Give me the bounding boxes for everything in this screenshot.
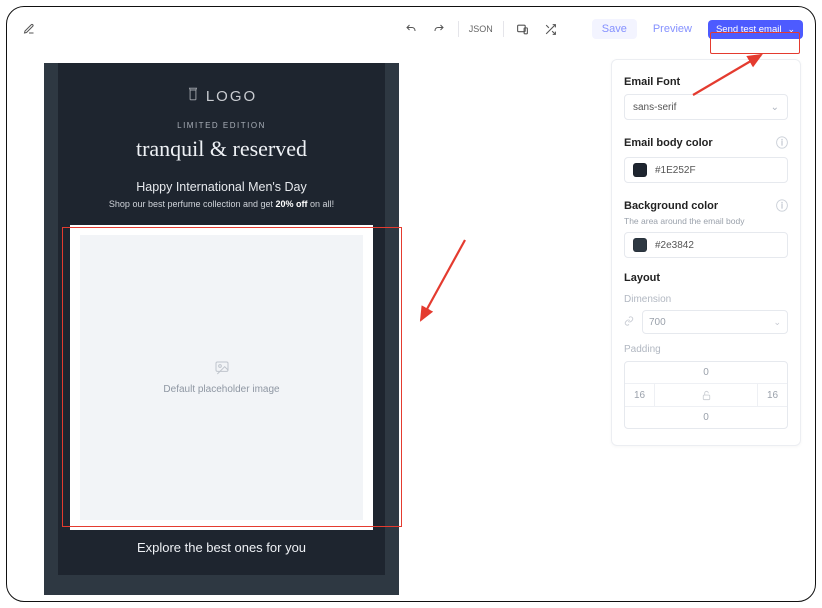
padding-lock-icon[interactable] — [655, 384, 757, 406]
help-icon[interactable]: ⓘ — [776, 134, 788, 151]
subline-prefix: Shop our best perfume collection and get — [109, 199, 276, 209]
email-body[interactable]: LOGO LIMITED EDITION tranquil & reserved… — [58, 63, 385, 575]
body-color-swatch — [633, 163, 647, 177]
redo-icon[interactable] — [426, 17, 452, 41]
logo-row: LOGO — [70, 87, 373, 105]
padding-top[interactable]: 0 — [625, 362, 787, 384]
bg-color-hint: The area around the email body — [624, 216, 788, 226]
padding-bottom[interactable]: 0 — [625, 406, 787, 428]
bg-color-value: #2e3842 — [655, 240, 694, 251]
chevron-down-icon: ⌄ — [773, 317, 781, 328]
image-placeholder: Default placeholder image — [80, 235, 363, 520]
help-icon[interactable]: ⓘ — [776, 197, 788, 214]
shuffle-icon[interactable] — [538, 17, 564, 41]
subline-suffix: on all! — [308, 199, 335, 209]
body-color-value: #1E252F — [655, 165, 696, 176]
settings-panel: Email Font sans-serif ⌄ Email body color… — [611, 59, 801, 446]
dimension-label: Dimension — [624, 294, 788, 305]
bg-color-label: Background color ⓘ — [624, 197, 788, 214]
rename-icon[interactable] — [19, 19, 39, 39]
chevron-down-icon: ⌄ — [771, 102, 779, 113]
email-font-value: sans-serif — [633, 102, 676, 113]
json-button[interactable]: JSON — [465, 17, 497, 41]
email-canvas[interactable]: LOGO LIMITED EDITION tranquil & reserved… — [44, 63, 399, 595]
body-color-field[interactable]: #1E252F — [624, 157, 788, 183]
logo-text: LOGO — [206, 88, 257, 105]
annotation-arrow-1 — [415, 232, 475, 332]
send-test-email-label: Send test email — [716, 24, 781, 35]
email-font-label: Email Font — [624, 76, 788, 88]
image-block[interactable]: Default placeholder image — [70, 225, 373, 530]
subline: Shop our best perfume collection and get… — [70, 199, 373, 209]
body-color-label: Email body color ⓘ — [624, 134, 788, 151]
subhead: Happy International Men's Day — [70, 180, 373, 194]
dimension-input[interactable]: 700 ⌄ — [642, 310, 788, 334]
image-placeholder-caption: Default placeholder image — [163, 384, 279, 395]
chevron-down-icon: ⌄ — [787, 24, 795, 35]
layout-label: Layout — [624, 272, 788, 284]
padding-left[interactable]: 16 — [625, 384, 655, 406]
padding-label: Padding — [624, 344, 788, 355]
save-button[interactable]: Save — [592, 19, 637, 39]
padding-right[interactable]: 16 — [757, 384, 787, 406]
logo-icon — [186, 87, 200, 105]
email-font-select[interactable]: sans-serif ⌄ — [624, 94, 788, 120]
link-icon — [624, 316, 636, 328]
preview-button[interactable]: Preview — [643, 19, 702, 39]
explore-text: Explore the best ones for you — [70, 540, 373, 555]
bg-color-swatch — [633, 238, 647, 252]
subline-bold: 20% off — [276, 199, 308, 209]
undo-icon[interactable] — [398, 17, 424, 41]
dimension-value: 700 — [649, 317, 666, 328]
image-icon — [212, 360, 232, 376]
limited-edition-label: LIMITED EDITION — [70, 121, 373, 130]
send-test-email-button[interactable]: Send test email ⌄ — [708, 20, 803, 39]
bg-color-field[interactable]: #2e3842 — [624, 232, 788, 258]
hero-title: tranquil & reserved — [70, 136, 373, 162]
padding-control[interactable]: 0 16 16 0 — [624, 361, 788, 429]
devices-icon[interactable] — [510, 17, 536, 41]
